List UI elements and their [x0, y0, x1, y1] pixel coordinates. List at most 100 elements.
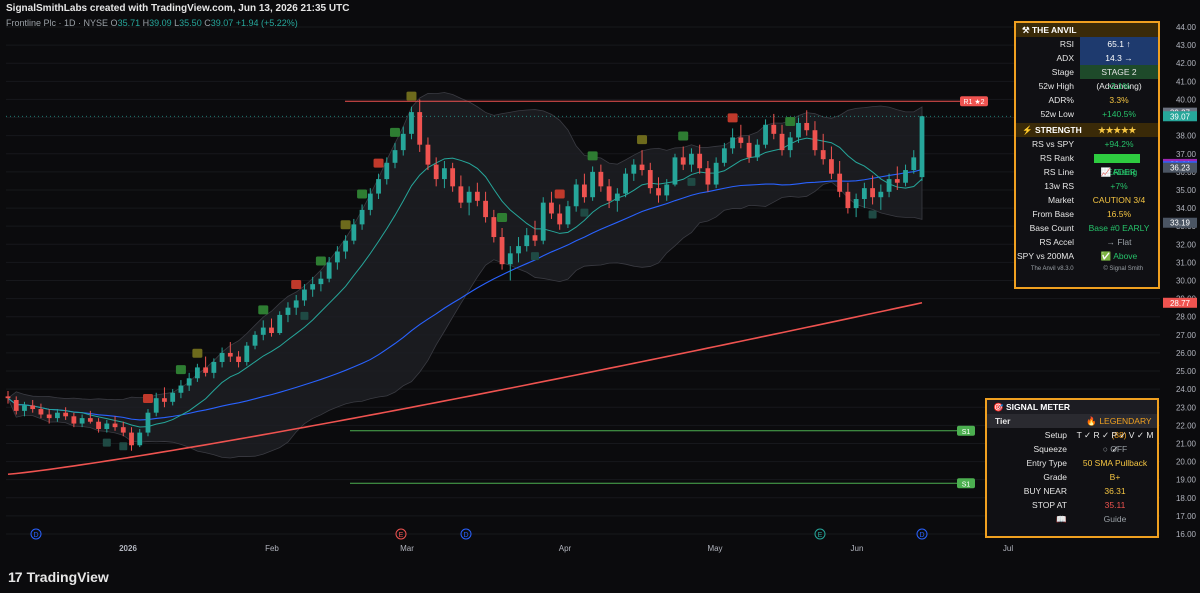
strength-row: RS Line 📈 Rising — [1016, 165, 1158, 179]
signal-icon — [868, 210, 877, 219]
strength-row-label: RS vs SPY — [1031, 139, 1074, 149]
candle-body — [738, 137, 744, 143]
candle-body — [491, 217, 497, 238]
candle-body — [417, 112, 423, 145]
level-tag-label: R1 ★2 — [963, 98, 984, 106]
signal-row: Squeeze ○ OFF — [987, 442, 1157, 456]
candle-body — [680, 157, 686, 165]
signal-icon — [678, 131, 689, 141]
signal-icon — [258, 305, 269, 315]
bolt-icon: ⚡ — [1022, 125, 1035, 135]
signal-icon — [785, 117, 796, 127]
signal-row-tier: Tier 🔥 LEGENDARY (88) — [987, 414, 1157, 440]
candle-body — [730, 137, 736, 149]
y-tick-label: 24.00 — [1176, 385, 1197, 394]
candle-body — [367, 193, 373, 210]
candle-body — [886, 179, 892, 192]
y-tick-label: 40.00 — [1176, 95, 1197, 104]
anvil-row-52w-high: 52w High -2.1% — [1016, 79, 1158, 93]
candle-body — [13, 400, 19, 411]
tradingview-logo[interactable]: 17 TradingView — [8, 569, 109, 585]
price-tag-label: 33.19 — [1170, 219, 1191, 228]
candle-body — [55, 412, 60, 419]
strength-title: STRENGTH — [1034, 125, 1082, 135]
candle-body — [894, 179, 900, 183]
strength-row: RS Rank LEADER — [1016, 151, 1158, 177]
event-marker-label: D — [33, 532, 38, 539]
candle-body — [219, 352, 225, 362]
signal-row-value: B+ — [1109, 472, 1121, 482]
candle-body — [507, 253, 513, 265]
signal-row-label: Entry Type — [1026, 458, 1067, 468]
candle-body — [162, 398, 167, 402]
candle-body — [763, 124, 768, 145]
candle-body — [870, 188, 875, 198]
anvil-row-label: ADX — [1056, 53, 1074, 63]
y-tick-label: 31.00 — [1176, 258, 1197, 267]
candle-body — [269, 327, 274, 334]
signal-icon — [637, 135, 648, 145]
candle-body — [145, 412, 151, 433]
candle-body — [540, 202, 546, 241]
strength-row-label: RS Line — [1043, 167, 1074, 177]
candle-body — [787, 137, 793, 151]
y-tick-label: 18.00 — [1176, 494, 1197, 503]
anvil-version: The Anvil v8.3.0 — [1030, 266, 1074, 272]
candle-body — [409, 112, 414, 134]
candle-body — [581, 184, 587, 198]
anvil-copyright: © Signal Smith — [1103, 266, 1144, 272]
signal-row[interactable]: 📖 Guide — [987, 512, 1157, 526]
check-icon: ✅ — [1100, 251, 1114, 261]
strength-row: Market CAUTION 3/4 — [1016, 193, 1158, 207]
signal-icon — [406, 91, 417, 101]
candle-body — [236, 356, 241, 362]
signal-icon — [142, 394, 153, 404]
strength-row: Base Count Base #0 EARLY — [1016, 221, 1158, 235]
candle-body — [779, 133, 785, 151]
y-tick-label: 22.00 — [1176, 421, 1197, 430]
signal-row-label: Squeeze — [1033, 444, 1067, 454]
signal-row-label: STOP AT — [1032, 500, 1067, 510]
candle-body — [87, 418, 93, 422]
chart-credit: SignalSmithLabs created with TradingView… — [6, 3, 350, 14]
candle-body — [623, 173, 628, 194]
candle-body — [820, 150, 826, 160]
x-tick-label: Jun — [851, 544, 864, 553]
signal-row: BUY NEAR 36.31 — [987, 484, 1157, 498]
candle-body — [38, 409, 44, 415]
candle-body — [211, 361, 217, 373]
candle-body — [326, 262, 332, 279]
signal-row-value: 50 SMA Pullback — [1082, 458, 1148, 468]
candle-body — [252, 334, 258, 346]
y-tick-label: 42.00 — [1176, 59, 1197, 68]
candle-body — [178, 385, 184, 393]
candle-body — [861, 188, 867, 200]
signal-icon — [102, 438, 111, 447]
signal-row-label: Setup — [1044, 430, 1067, 440]
candle-body — [829, 159, 834, 174]
signal-row-label: BUY NEAR — [1023, 486, 1067, 496]
candle-body — [96, 421, 101, 429]
anvil-row-adr: ADR% 3.3% — [1016, 93, 1158, 107]
candle-body — [697, 153, 703, 169]
signal-row-label: Grade — [1043, 472, 1067, 482]
signal-icon — [119, 442, 128, 451]
y-tick-label: 38.00 — [1176, 132, 1197, 141]
candle-body — [227, 352, 233, 357]
candle-body — [853, 199, 859, 209]
y-tick-label: 34.00 — [1176, 204, 1197, 213]
event-marker-label: E — [399, 532, 404, 539]
strength-stars: ★★★★★ — [1098, 125, 1137, 135]
x-tick-label: Feb — [265, 544, 279, 553]
candle-body — [137, 432, 143, 446]
candle-body — [302, 289, 307, 301]
candle-body — [293, 300, 299, 308]
candle-body — [721, 148, 727, 163]
signal-icon — [291, 279, 302, 289]
signal-row-value: 36.31 — [1104, 486, 1126, 496]
tradingview-logo-text: TradingView — [26, 569, 109, 585]
candle-body — [22, 405, 27, 411]
anvil-row-adx: ADX 14.3 → — [1016, 51, 1158, 65]
candle-body — [647, 170, 653, 189]
guide-link[interactable]: Guide — [1073, 512, 1157, 526]
